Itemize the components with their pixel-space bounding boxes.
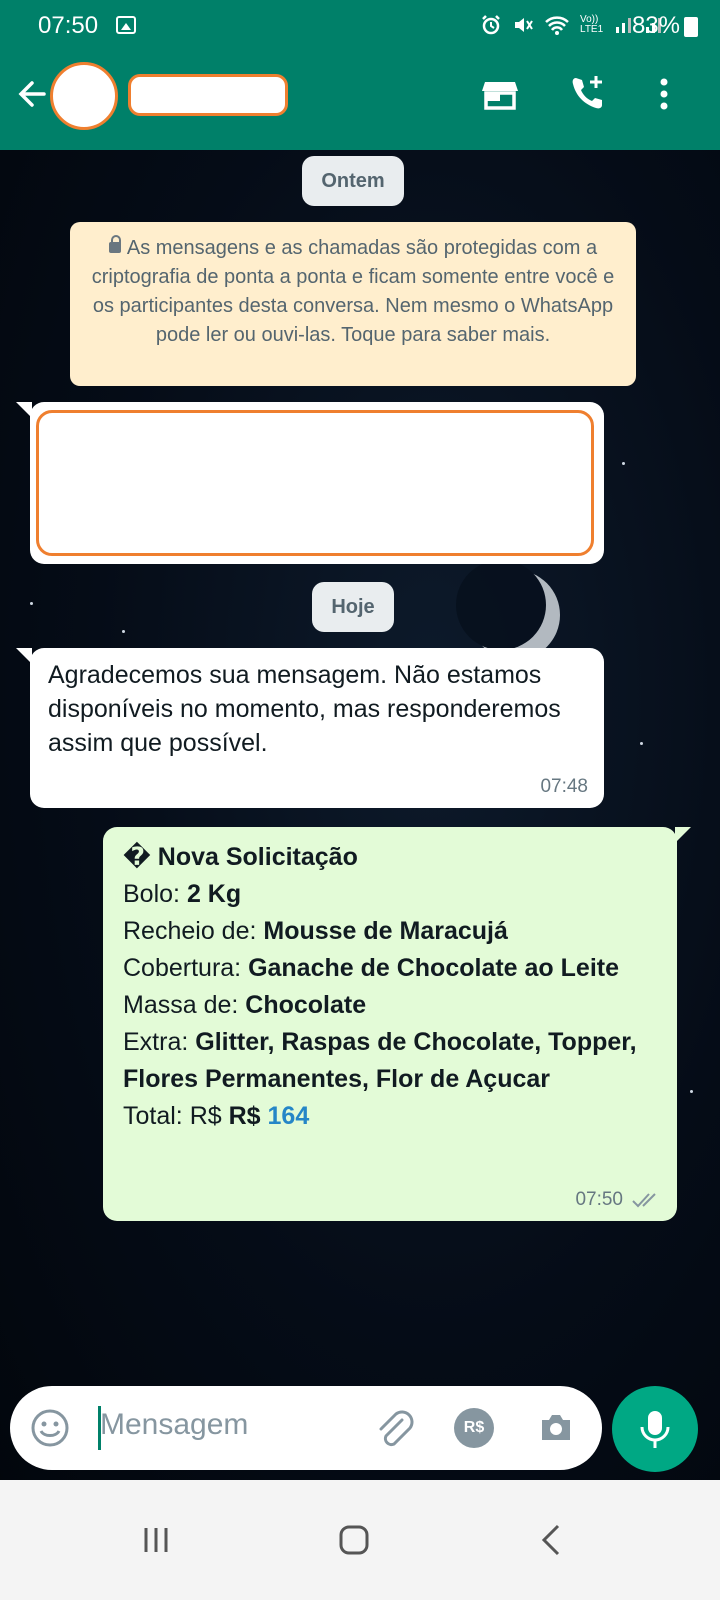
wallpaper-star (30, 602, 33, 605)
recent-apps-icon[interactable] (126, 1510, 186, 1570)
back-arrow-icon[interactable] (14, 74, 50, 114)
date-chip-today: Hoje (312, 582, 394, 632)
app-header: 07:50 Vo)) LTE1 83% (0, 0, 720, 150)
wallpaper-star (622, 462, 625, 465)
chat-area[interactable]: Ontem As mensagens e as chamadas são pro… (0, 150, 720, 1515)
alarm-icon (482, 15, 500, 35)
order-bolo: Bolo: 2 Kg (123, 880, 242, 908)
encryption-notice-text: As mensagens e as chamadas são protegida… (91, 237, 615, 346)
order-extra: Extra: Glitter, Raspas de Chocolate, Top… (123, 1028, 637, 1093)
order-message-bubble[interactable]: � Nova Solicitação Bolo: 2 Kg Recheio de… (103, 827, 691, 1221)
order-massa: Massa de: Chocolate (123, 991, 367, 1019)
order-meta: 07:50 (575, 1189, 661, 1211)
order-total: Total: R$ R$ 164 (123, 1102, 310, 1130)
store-icon[interactable] (480, 74, 520, 114)
payment-icon-label: R$ (463, 1419, 485, 1436)
order-time: 07:50 (575, 1189, 623, 1210)
battery-level: 83% (631, 12, 680, 39)
auto-reply-bubble[interactable]: Agradecemos sua mensagem. Não estamos di… (16, 648, 604, 808)
order-title: � Nova Solicitação (123, 843, 358, 871)
add-call-icon[interactable] (568, 74, 608, 114)
redacted-message-bubble[interactable] (16, 402, 604, 564)
gallery-notification-icon (116, 16, 136, 34)
home-icon[interactable] (324, 1510, 384, 1570)
wallpaper-star (640, 742, 643, 745)
message-input-bar: Mensagem R$ (10, 1386, 602, 1470)
mute-icon (515, 18, 533, 32)
wallpaper-star (122, 630, 125, 633)
system-navbar (0, 1480, 720, 1600)
back-nav-icon[interactable] (522, 1510, 582, 1570)
date-chip-yesterday: Ontem (302, 156, 404, 206)
payment-icon[interactable]: R$ (454, 1408, 494, 1448)
status-time: 07:50 (38, 12, 99, 39)
encryption-notice[interactable]: As mensagens e as chamadas são protegida… (70, 222, 636, 386)
lock-icon (108, 235, 121, 253)
mic-button[interactable] (612, 1386, 698, 1472)
order-price-link[interactable]: 164 (268, 1102, 310, 1130)
chat-header (0, 52, 720, 150)
message-input[interactable]: Mensagem (100, 1408, 248, 1442)
auto-reply-text: Agradecemos sua mensagem. Não estamos di… (48, 661, 561, 757)
mic-icon (640, 1411, 670, 1448)
emoji-icon[interactable] (28, 1406, 72, 1450)
attach-icon[interactable] (372, 1406, 416, 1450)
contact-avatar[interactable] (50, 62, 118, 130)
order-cobertura: Cobertura: Ganache de Chocolate ao Leite (123, 954, 619, 982)
redaction-box (36, 410, 594, 556)
more-options-icon[interactable] (644, 74, 684, 114)
double-check-icon (632, 1193, 656, 1208)
order-text: � Nova Solicitação Bolo: 2 Kg Recheio de… (123, 839, 663, 1135)
battery-icon (684, 17, 698, 37)
order-recheio: Recheio de: Mousse de Maracujá (123, 917, 508, 945)
status-bar: 07:50 Vo)) LTE1 83% (0, 0, 720, 52)
wallpaper-star (690, 1090, 693, 1093)
contact-name[interactable] (128, 74, 288, 116)
auto-reply-time: 07:48 (540, 776, 588, 797)
auto-reply-meta: 07:48 (540, 776, 588, 798)
network-label: Vo)) LTE1 (580, 14, 604, 35)
wallpaper-moon (456, 560, 560, 660)
wifi-icon (545, 16, 569, 35)
camera-icon[interactable] (534, 1406, 578, 1450)
